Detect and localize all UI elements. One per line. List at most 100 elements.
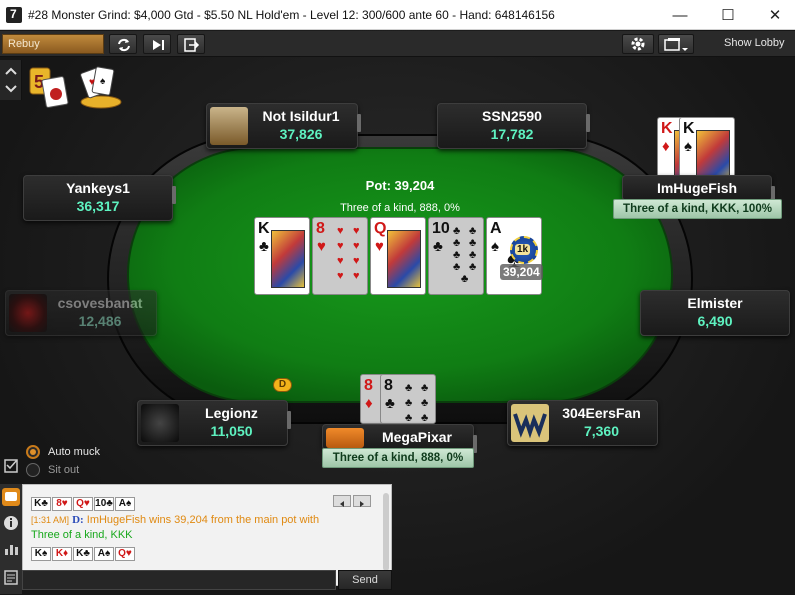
seat-csovesbanat[interactable]: csovesbanat 12,486 bbox=[5, 290, 157, 336]
card-pip-icon: ♣ bbox=[469, 249, 477, 261]
card-pip-icon: ♥ bbox=[337, 240, 344, 252]
arrow-left-icon bbox=[340, 501, 344, 507]
seat-not-isildur1[interactable]: Not Isildur1 37,826 bbox=[206, 103, 361, 149]
card-rank: 8 bbox=[364, 377, 373, 394]
send-button[interactable]: Send bbox=[338, 570, 392, 590]
chat-card: K♠ bbox=[31, 547, 51, 561]
avatar bbox=[511, 404, 549, 442]
chat-bubble-icon bbox=[5, 492, 17, 501]
dealer-button: D bbox=[273, 378, 292, 392]
player-stack: 6,490 bbox=[697, 313, 733, 329]
chat-card: K♣ bbox=[73, 547, 93, 561]
options-panel-icon[interactable] bbox=[4, 446, 20, 474]
card-suit-icon: ♥ bbox=[375, 238, 384, 255]
playing-card: Q ♥ bbox=[370, 217, 426, 295]
card-rank: A bbox=[490, 220, 502, 237]
playing-card: K ♣ bbox=[254, 217, 310, 295]
chat-message: [1:31 AM] D: ImHugeFish wins 39,204 from… bbox=[31, 513, 331, 543]
playing-card: 10 ♣ ♣ ♣ ♣ ♣ ♣ ♣ ♣ ♣ ♣ ♣ bbox=[428, 217, 484, 295]
card-suit-icon: ♦ bbox=[662, 138, 670, 155]
card-pip-icon: ♣ bbox=[421, 397, 429, 409]
card-suit-icon: ♦ bbox=[365, 395, 373, 412]
chat-card: Q♥ bbox=[73, 497, 93, 511]
card-pip-icon: ♣ bbox=[453, 261, 461, 273]
card-pip-icon: ♥ bbox=[337, 225, 344, 237]
player-stack: 37,826 bbox=[279, 126, 323, 142]
card-suit-icon: ♠ bbox=[491, 238, 499, 255]
chat-hand-cards: K♠ K♦ K♣ A♠ Q♥ bbox=[31, 543, 136, 561]
seat-yankeys1[interactable]: Yankeys1 36,317 bbox=[23, 175, 176, 221]
player-name: SSN2590 bbox=[482, 108, 542, 124]
card-pip-icon: ♣ bbox=[469, 237, 477, 249]
player-name: MegaPixar bbox=[381, 429, 453, 445]
avatar bbox=[141, 404, 179, 442]
chat-card: Q♥ bbox=[115, 547, 135, 561]
seat-ssn2590[interactable]: SSN2590 17,782 bbox=[437, 103, 590, 149]
notes-tab[interactable] bbox=[2, 568, 20, 586]
poker-table-window: #28 Monster Grind: $4,000 Gtd - $5.50 NL… bbox=[0, 0, 795, 595]
seat-megapixar[interactable]: MegaPixar bbox=[322, 424, 477, 453]
card-rank: 10 bbox=[432, 220, 450, 237]
card-pip-icon: ♣ bbox=[405, 397, 413, 409]
sit-out-radio[interactable] bbox=[26, 463, 40, 477]
card-pip-icon: ♥ bbox=[353, 225, 360, 237]
bar-chart-icon bbox=[5, 545, 18, 555]
chat-card: K♣ bbox=[31, 497, 51, 511]
pot-label: Pot: 39,204 bbox=[365, 178, 435, 193]
player-name: csovesbanat bbox=[57, 295, 143, 311]
chat-time: [1:31 AM] bbox=[31, 515, 70, 525]
card-pip-icon: ♣ bbox=[461, 273, 469, 285]
face-card-art bbox=[387, 230, 421, 288]
arrow-right-icon bbox=[360, 501, 364, 507]
player-name: Elmister bbox=[687, 295, 743, 311]
player-name: 304EersFan bbox=[562, 405, 641, 421]
playing-card: 8♣♣♣♣♣♣♣♣♣ bbox=[380, 374, 436, 439]
chat-prev-button[interactable] bbox=[333, 495, 351, 507]
card-rank: 8 bbox=[316, 220, 325, 237]
player-stack: 36,317 bbox=[76, 198, 120, 214]
card-suit-icon: ♥ bbox=[317, 238, 326, 255]
card-suit-icon: ♠ bbox=[684, 138, 692, 155]
stats-tab[interactable] bbox=[2, 540, 20, 558]
card-pip-icon: ♥ bbox=[353, 270, 360, 282]
chip-badge: 1k bbox=[515, 244, 531, 255]
chat-winner: ImHugeFish bbox=[86, 514, 147, 526]
chat-scrollbar[interactable] bbox=[383, 493, 389, 571]
card-pip-icon: ♣ bbox=[421, 412, 429, 424]
seat-tick bbox=[172, 186, 176, 204]
hand-result-imhugefish: Three of a kind, KKK, 100% bbox=[613, 199, 782, 219]
card-rank: Q bbox=[374, 220, 387, 237]
info-tab[interactable] bbox=[2, 514, 20, 532]
seat-imhugefish[interactable]: ImHugeFish bbox=[622, 175, 775, 204]
pot-hand-description: Three of a kind, 888, 0% bbox=[340, 202, 460, 214]
card-rank: K bbox=[661, 120, 673, 137]
pot-chip-amount: 39,204 bbox=[500, 264, 543, 280]
card-pip-icon: ♣ bbox=[469, 225, 477, 237]
chat-card: 8♥ bbox=[52, 497, 72, 511]
seat-304eersfan[interactable]: 304EersFan 7,360 bbox=[507, 400, 658, 446]
info-icon bbox=[4, 516, 18, 530]
seat-elmister[interactable]: Elmister 6,490 bbox=[640, 290, 790, 336]
card-rank: 8 bbox=[384, 377, 393, 394]
card-pip-icon: ♣ bbox=[453, 249, 461, 261]
card-pip-icon: ♣ bbox=[405, 412, 413, 424]
chat-winning-hand: Three of a kind, KKK bbox=[31, 529, 133, 541]
card-pip-icon: ♥ bbox=[337, 255, 344, 267]
chat-input[interactable] bbox=[22, 570, 336, 590]
seat-tick bbox=[357, 114, 361, 132]
chat-tab[interactable] bbox=[2, 488, 20, 506]
avatar bbox=[326, 428, 364, 448]
notes-icon bbox=[4, 570, 18, 585]
player-stack: 7,360 bbox=[583, 423, 620, 439]
seat-legionz[interactable]: Legionz 11,050 bbox=[137, 400, 291, 446]
player-name: Yankeys1 bbox=[66, 180, 130, 196]
player-stack: 12,486 bbox=[78, 313, 122, 329]
player-name: ImHugeFish bbox=[656, 180, 738, 196]
card-rank: K bbox=[258, 220, 270, 237]
card-pip-icon: ♣ bbox=[405, 382, 413, 394]
card-suit-icon: ♣ bbox=[385, 395, 395, 412]
player-name: Not Isildur1 bbox=[262, 108, 340, 124]
auto-muck-radio[interactable] bbox=[26, 445, 40, 459]
chat-side-tabs bbox=[0, 484, 22, 594]
chat-next-button[interactable] bbox=[353, 495, 371, 507]
